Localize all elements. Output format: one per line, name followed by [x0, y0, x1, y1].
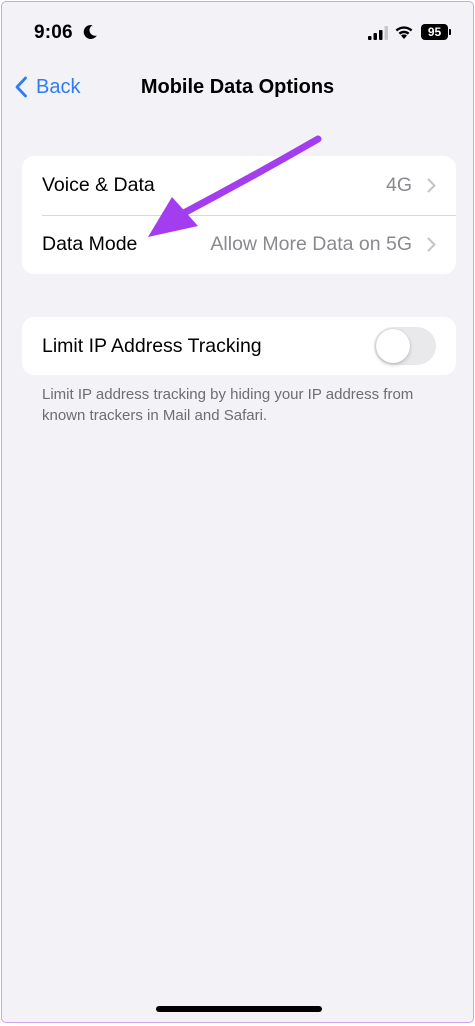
page-title: Mobile Data Options	[140, 76, 335, 98]
chevron-right-icon	[427, 237, 436, 252]
battery-tip	[449, 29, 451, 35]
home-indicator	[156, 1006, 322, 1012]
limit-ip-tracking-footer: Limit IP address tracking by hiding your…	[42, 386, 414, 424]
chevron-right-icon	[427, 178, 436, 193]
data-mode-label: Data Mode	[42, 233, 138, 255]
limit-ip-tracking-toggle[interactable]	[374, 327, 436, 365]
data-mode-row[interactable]: Data Mode Allow More Data on 5G	[22, 215, 456, 274]
data-mode-value: Allow More Data on 5G	[210, 233, 412, 255]
status-time: 9:06	[34, 22, 73, 43]
mobile-data-settings-group: Voice & Data 4G Data Mode Allow More Dat…	[22, 156, 456, 274]
signal-icon	[368, 26, 388, 40]
phone-screen: 9:06 95 Back Mobile Data Options Voice &…	[2, 2, 473, 1022]
limit-ip-tracking-label: Limit IP Address Tracking	[42, 335, 262, 357]
voice-data-value: 4G	[385, 174, 412, 196]
wifi-icon	[395, 26, 413, 39]
battery-icon: 95	[421, 24, 448, 40]
limit-ip-tracking-row: Limit IP Address Tracking	[22, 317, 456, 376]
voice-data-label: Voice & Data	[42, 174, 155, 196]
toggle-knob	[376, 329, 410, 363]
voice-data-row[interactable]: Voice & Data 4G	[22, 156, 456, 216]
limit-ip-tracking-group: Limit IP Address Tracking	[22, 317, 456, 375]
navigation-bar: Back Mobile Data Options	[2, 62, 473, 112]
status-bar: 9:06 95	[2, 2, 473, 62]
moon-icon	[83, 24, 97, 39]
